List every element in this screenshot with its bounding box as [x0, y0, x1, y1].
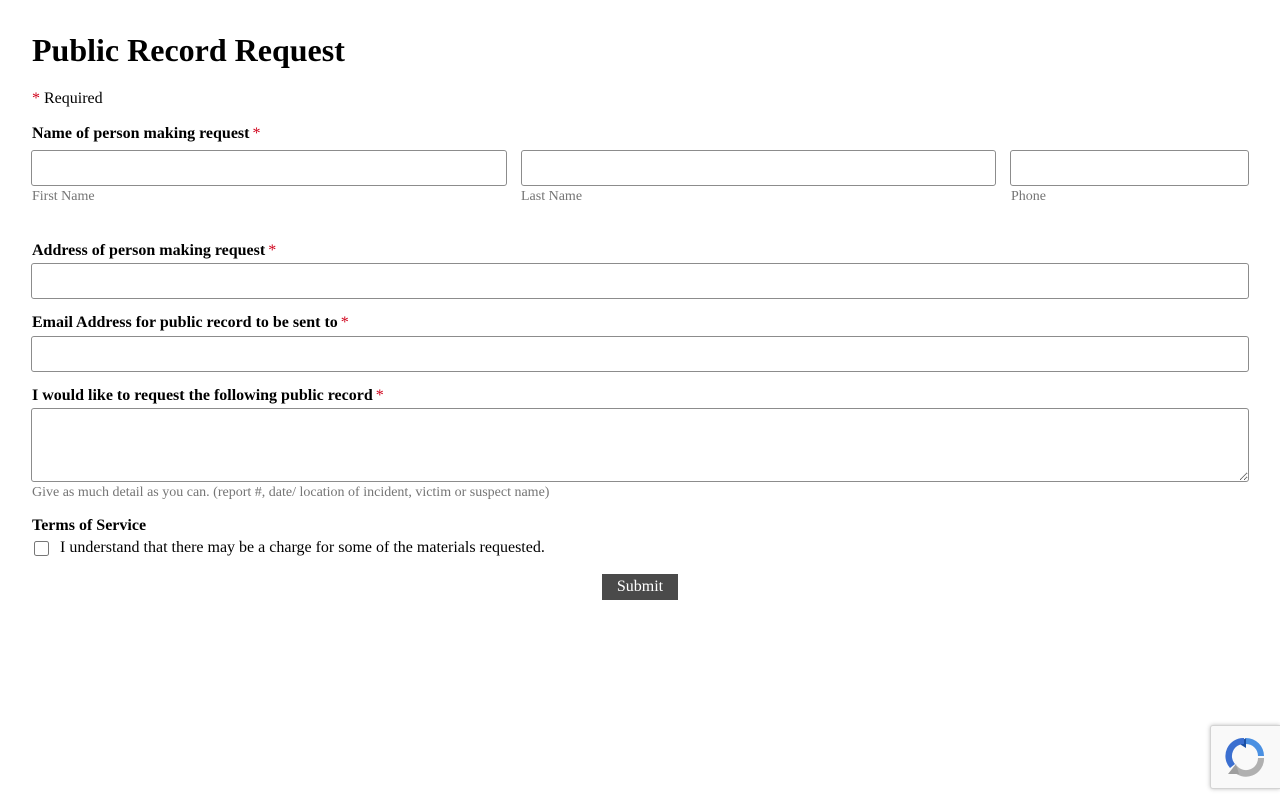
- address-field-label: Address of person making request *: [32, 241, 276, 261]
- address-field-label-text: Address of person making request: [32, 242, 266, 259]
- first-name-input[interactable]: [31, 150, 507, 186]
- terms-checkbox-row: I understand that there may be a charge …: [32, 538, 545, 558]
- name-field-label: Name of person making request *: [32, 124, 260, 144]
- first-name-sublabel: First Name: [32, 189, 95, 204]
- required-asterisk: *: [32, 90, 40, 107]
- email-field-label: Email Address for public record to be se…: [32, 313, 349, 333]
- terms-checkbox[interactable]: [34, 540, 49, 556]
- terms-checkbox-label[interactable]: I understand that there may be a charge …: [60, 538, 545, 558]
- name-field-label-text: Name of person making request: [32, 125, 250, 142]
- terms-of-service-heading: Terms of Service: [32, 517, 147, 534]
- required-asterisk: *: [375, 387, 384, 404]
- required-asterisk: *: [340, 314, 349, 331]
- required-asterisk: *: [268, 242, 277, 259]
- record-request-help-text: Give as much detail as you can. (report …: [32, 485, 550, 500]
- recaptcha-badge[interactable]: [1210, 725, 1280, 789]
- page-title: Public Record Request: [32, 32, 345, 68]
- last-name-sublabel: Last Name: [521, 189, 583, 204]
- required-asterisk: *: [252, 125, 261, 142]
- public-record-request-page: Public Record Request * Required Name of…: [0, 0, 1280, 800]
- last-name-input[interactable]: [521, 150, 996, 186]
- phone-input[interactable]: [1010, 150, 1249, 186]
- required-note: * Required: [32, 89, 103, 109]
- phone-sublabel: Phone: [1011, 189, 1046, 204]
- recaptcha-icon: [1225, 737, 1265, 777]
- address-input[interactable]: [31, 263, 1249, 299]
- required-note-label: Required: [44, 90, 103, 107]
- record-request-field-label: I would like to request the following pu…: [32, 386, 384, 406]
- record-request-textarea[interactable]: [31, 408, 1249, 482]
- record-request-field-label-text: I would like to request the following pu…: [32, 387, 373, 404]
- email-field-label-text: Email Address for public record to be se…: [32, 314, 338, 331]
- email-input[interactable]: [31, 336, 1249, 372]
- submit-button[interactable]: Submit: [602, 574, 678, 600]
